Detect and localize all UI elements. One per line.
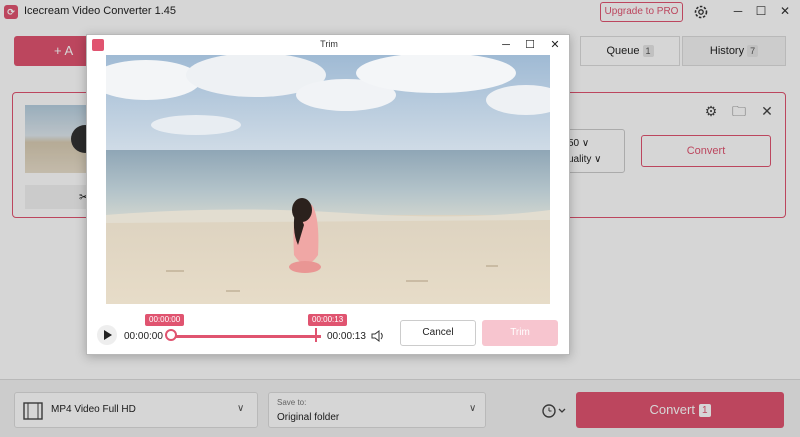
volume-icon[interactable] — [371, 329, 385, 343]
trim-button[interactable]: Trim — [482, 320, 558, 346]
current-time: 00:00:00 — [124, 331, 163, 342]
trim-end-handle[interactable] — [315, 328, 317, 342]
dialog-close-icon[interactable]: ✕ — [547, 37, 563, 53]
start-time-tooltip: 00:00:00 — [145, 314, 185, 326]
dialog-minimize-icon[interactable]: ─ — [498, 37, 514, 53]
trim-dialog: Trim ─ ☐ ✕ 00:00:00 00:00:00 00:00:13 00… — [86, 34, 570, 355]
cancel-button[interactable]: Cancel — [400, 320, 476, 346]
end-time: 00:00:13 — [327, 331, 366, 342]
video-preview[interactable] — [106, 55, 550, 304]
trim-range-track[interactable] — [171, 335, 321, 338]
end-time-tooltip: 00:00:13 — [308, 314, 348, 326]
trim-start-handle[interactable] — [165, 329, 177, 341]
dialog-maximize-icon[interactable]: ☐ — [522, 37, 538, 53]
play-icon[interactable] — [97, 325, 117, 345]
